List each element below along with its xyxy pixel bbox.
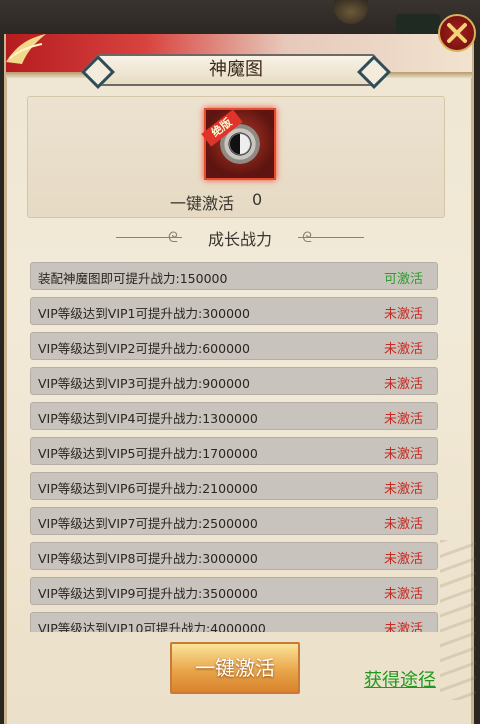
list-item-text: VIP等级达到VIP9可提升战力:3500000 (38, 586, 258, 601)
status-text: 可激活 (383, 272, 423, 287)
scroll-ornament-icon: ᘓ (302, 230, 312, 246)
list-item: VIP等级达到VIP4可提升战力:1300000 未激活 (30, 402, 438, 430)
dialog-title: 神魔图 (96, 54, 376, 86)
list-item: VIP等级达到VIP2可提升战力:600000 未激活 (30, 332, 438, 360)
list-item: VIP等级达到VIP1可提升战力:300000 未激活 (30, 297, 438, 325)
onekey-activate-label: 一键激活 (170, 194, 235, 213)
close-icon (447, 23, 467, 43)
bird-ornament-icon (6, 34, 46, 64)
taiji-emblem-icon[interactable]: 绝版 (201, 108, 276, 180)
coin-icon (334, 0, 368, 24)
list-item-text: VIP等级达到VIP2可提升战力:600000 (38, 341, 250, 356)
section-title: 成长战力 (207, 230, 272, 249)
obtain-path-link[interactable]: 获得途径 (364, 666, 436, 692)
list-item-text: VIP等级达到VIP4可提升战力:1300000 (38, 411, 258, 426)
list-item: VIP等级达到VIP6可提升战力:2100000 未激活 (30, 472, 438, 500)
list-item-text: 装配神魔图即可提升战力:150000 (38, 271, 228, 286)
list-item-text: VIP等级达到VIP5可提升战力:1700000 (38, 446, 258, 461)
divider-right (298, 237, 364, 238)
list-item: VIP等级达到VIP9可提升战力:3500000 未激活 (30, 577, 438, 605)
list-item: VIP等级达到VIP3可提升战力:900000 未激活 (30, 367, 438, 395)
list-item: VIP等级达到VIP5可提升战力:1700000 未激活 (30, 437, 438, 465)
list-item-text: VIP等级达到VIP6可提升战力:2100000 (38, 481, 258, 496)
status-text: 未激活 (383, 412, 423, 427)
status-text: 未激活 (383, 517, 423, 532)
close-button[interactable] (438, 14, 476, 52)
list-item: 装配神魔图即可提升战力:150000 可激活 (30, 262, 438, 290)
status-text: 未激活 (383, 377, 423, 392)
list-item-text: VIP等级达到VIP7可提升战力:2500000 (38, 516, 258, 531)
list-item-text: VIP等级达到VIP3可提升战力:900000 (38, 376, 250, 391)
status-text: 未激活 (383, 587, 423, 602)
list-item: VIP等级达到VIP8可提升战力:3000000 未激活 (30, 542, 438, 570)
status-text: 未激活 (383, 307, 423, 322)
power-bonus-list[interactable]: 装配神魔图即可提升战力:150000 可激活 VIP等级达到VIP1可提升战力:… (30, 260, 440, 632)
list-item-text: VIP等级达到VIP10可提升战力:4000000 (38, 621, 266, 632)
onekey-activate-count: 0 (252, 190, 263, 209)
status-text: 未激活 (383, 447, 423, 462)
taiji-icon (229, 133, 251, 155)
status-text: 未激活 (383, 342, 423, 357)
status-text: 未激活 (383, 552, 423, 567)
list-item-text: VIP等级达到VIP1可提升战力:300000 (38, 306, 250, 321)
list-item: VIP等级达到VIP7可提升战力:2500000 未激活 (30, 507, 438, 535)
list-item-text: VIP等级达到VIP8可提升战力:3000000 (38, 551, 258, 566)
section-header: ᘓ 成长战力 ᘓ (108, 224, 372, 252)
status-text: 未激活 (383, 622, 423, 632)
ink-bamboo-decoration (440, 540, 476, 700)
onekey-activate-button[interactable]: 一键激活 (170, 642, 300, 694)
list-item: VIP等级达到VIP10可提升战力:4000000 未激活 (30, 612, 438, 632)
status-text: 未激活 (383, 482, 423, 497)
background-slot (396, 14, 440, 36)
